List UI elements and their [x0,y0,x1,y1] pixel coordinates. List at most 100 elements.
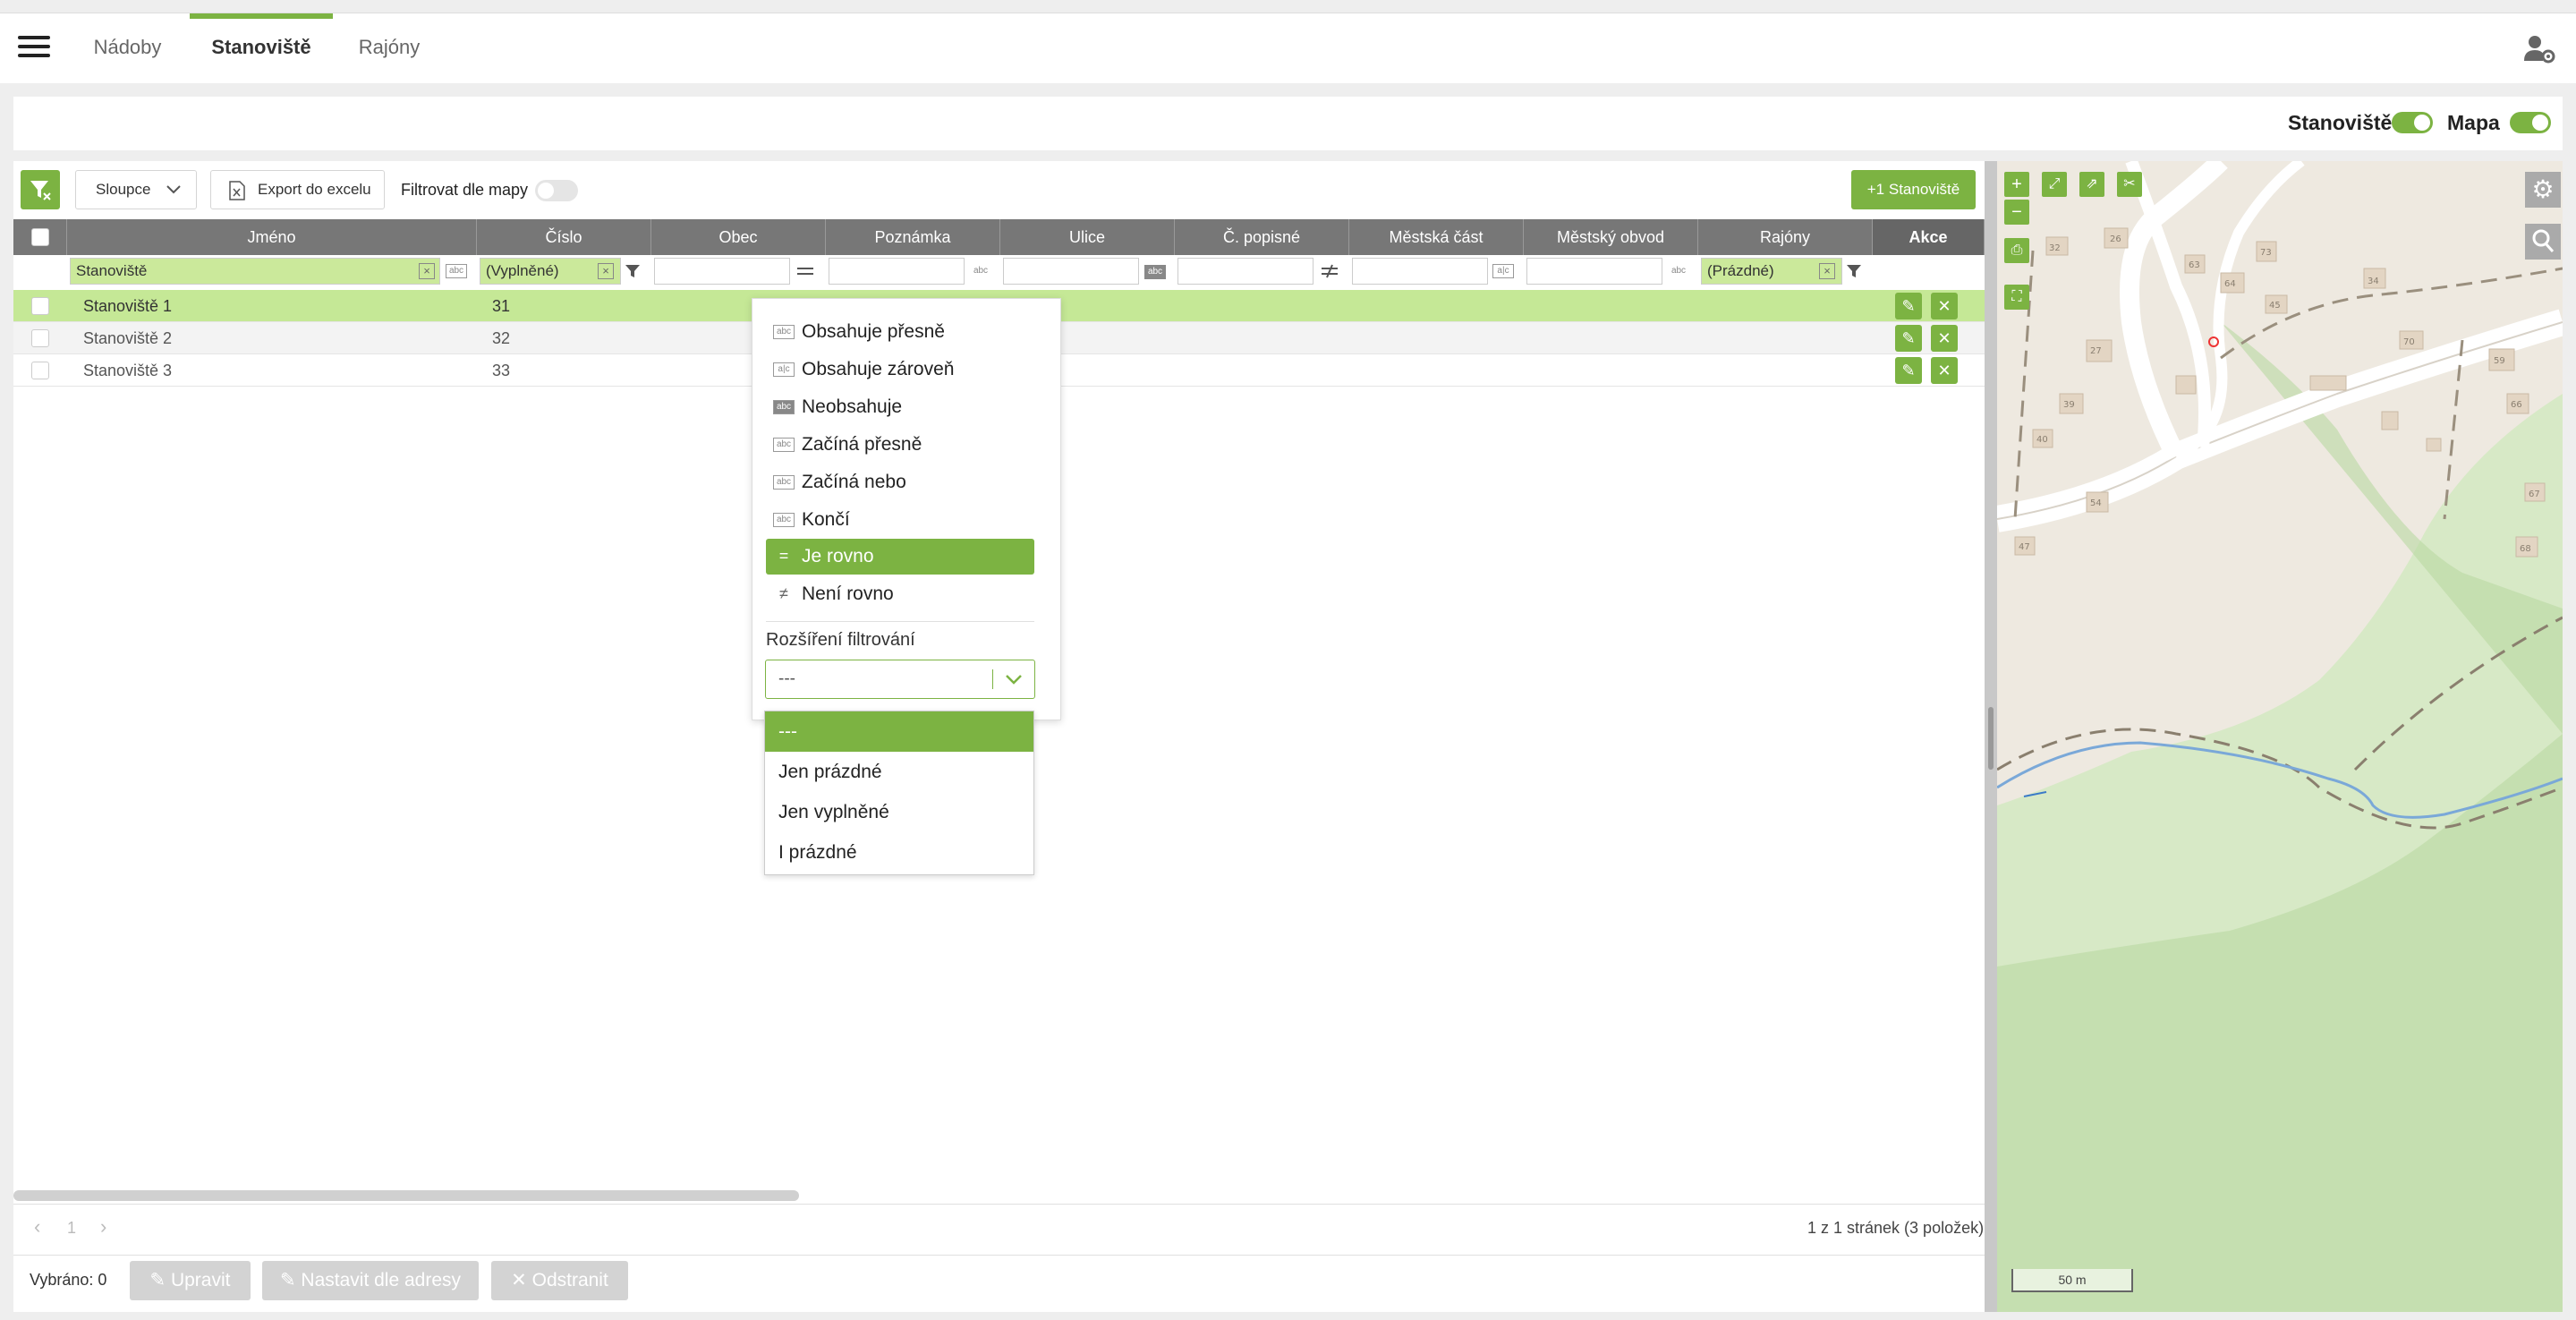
scissors-icon[interactable]: ✂ [2117,172,2142,197]
filter-mestsky-obvod-input[interactable] [1526,258,1662,285]
clear-filter-icon[interactable]: × [1819,263,1835,279]
edit-row-button[interactable]: ✎ [1895,293,1922,319]
delete-row-button[interactable]: ✕ [1931,357,1958,384]
columns-dropdown[interactable]: Sloupce [75,170,197,209]
menu-item-not-contains[interactable]: abc Neobsahuje [766,389,1034,425]
edit-row-button[interactable]: ✎ [1895,357,1922,384]
page-number[interactable]: 1 [67,1219,76,1238]
select-all-checkbox[interactable] [31,228,49,246]
row-name: Stanoviště 2 [83,329,173,347]
option-also-empty[interactable]: I prázdné [765,832,1033,873]
sites-toggle[interactable] [2392,112,2433,133]
edit-button[interactable]: ✎ Upravit [130,1261,251,1300]
house-number: 45 [2269,301,2281,311]
tab-rajony[interactable]: Rajóny [349,13,429,83]
filter-map-switch[interactable] [535,180,578,201]
filter-icon[interactable] [1845,262,1863,280]
next-page-icon[interactable]: › [100,1215,106,1239]
fit-extent-icon[interactable]: ⤢ [2042,172,2067,197]
header-obec[interactable]: Obec [651,219,826,255]
clear-filter-icon[interactable]: × [419,263,435,279]
edit-row-button[interactable]: ✎ [1895,325,1922,352]
row-checkbox[interactable] [31,297,49,315]
map-canvas: 32 26 63 73 64 45 27 39 40 54 47 59 66 6… [1997,161,2563,1312]
filter-extension-label: Rozšíření filtrování [766,630,915,650]
add-site-button[interactable]: +1 Stanoviště [1851,170,1976,209]
filter-mestska-cast-input[interactable] [1352,258,1488,285]
tab-stanoviste[interactable]: Stanoviště [190,13,333,83]
header-poznamka[interactable]: Poznámka [826,219,1000,255]
header-ulice[interactable]: Ulice [1000,219,1175,255]
map-toggle[interactable] [2510,112,2551,133]
option-only-filled[interactable]: Jen vyplněné [765,792,1033,832]
house-number: 68 [2520,544,2531,554]
clear-filter-icon[interactable]: × [598,263,614,279]
filter-extension-options: --- Jen prázdné Jen vyplněné I prázdné [764,711,1034,875]
header-mestsky-obvod[interactable]: Městský obvod [1524,219,1698,255]
not-contains-operator-icon[interactable]: abc [1144,265,1166,279]
print-icon[interactable]: ⎙ [2004,238,2029,263]
delete-row-button[interactable]: ✕ [1931,293,1958,319]
select-area-icon[interactable]: ⛶ [2004,285,2029,310]
header-rajony[interactable]: Rajóny [1698,219,1873,255]
filter-obec-input[interactable] [654,258,790,285]
header-cislo-popisne[interactable]: Č. popisné [1175,219,1349,255]
select-separator [992,669,993,689]
map-search-location-icon[interactable] [2525,224,2561,260]
row-number: 32 [492,329,511,347]
set-by-address-button[interactable]: ✎ Nastavit dle adresy [262,1261,479,1300]
ends-with-operator-icon[interactable]: abc [1668,265,1689,279]
delete-button[interactable]: ✕ Odstranit [491,1261,628,1300]
zoom-out-button[interactable]: − [2004,200,2029,225]
horizontal-scrollbar[interactable] [13,1190,799,1201]
delete-row-button[interactable]: ✕ [1931,325,1958,352]
map-toggle-label: Mapa [2447,111,2500,134]
equals-operator-icon[interactable] [795,265,815,277]
view-toggles-bar [13,97,2563,150]
option-only-empty[interactable]: Jen prázdné [765,752,1033,792]
contains-all-operator-icon[interactable]: a|c [1492,264,1514,278]
open-external-icon[interactable]: ⇗ [2079,172,2104,197]
option-none[interactable]: --- [765,711,1033,752]
menu-item-contains-exact[interactable]: abc Obsahuje přesně [766,314,1034,350]
filter-map-label: Filtrovat dle mapy [401,181,529,199]
tab-nadoby[interactable]: Nádoby [85,13,170,83]
menu-item-starts-exact[interactable]: abc Začíná přesně [766,427,1034,463]
filter-ulice-input[interactable] [1003,258,1139,285]
pager-summary: 1 z 1 stránek (3 položek) [1807,1219,1985,1237]
menu-item-equals[interactable]: = Je rovno [766,539,1034,575]
zoom-in-button[interactable]: + [2004,172,2029,197]
filter-icon[interactable] [624,262,642,280]
export-label: Export do excelu [258,181,371,198]
prev-page-icon[interactable]: ‹ [34,1215,40,1239]
delete-label: Odstranit [531,1270,608,1290]
filter-extension-select[interactable]: --- [765,660,1035,699]
menu-icon[interactable] [16,34,52,61]
map-view[interactable]: 32 26 63 73 64 45 27 39 40 54 47 59 66 6… [1997,161,2563,1312]
menu-item-label: Začíná nebo [802,472,906,492]
panel-splitter[interactable] [1985,161,1997,1312]
filter-poznamka-input[interactable] [829,258,965,285]
ends-with-operator-icon[interactable]: abc [970,265,991,279]
filter-name-input[interactable]: Stanoviště [70,258,440,285]
row-checkbox[interactable] [31,329,49,347]
filter-cislo-popisne-input[interactable] [1177,258,1314,285]
menu-item-contains-all[interactable]: a|c Obsahuje zároveň [766,352,1034,387]
header-jmeno[interactable]: Jméno [67,219,477,255]
row-checkbox[interactable] [31,362,49,379]
menu-item-not-equals[interactable]: ≠ Není rovno [766,576,1034,612]
filter-toggle-button[interactable] [21,170,60,209]
row-name: Stanoviště 1 [83,297,173,315]
pencil-icon: ✎ [149,1270,171,1290]
map-settings-icon[interactable]: ⚙ [2525,172,2561,208]
header-cislo[interactable]: Číslo [477,219,651,255]
menu-item-starts-or[interactable]: abc Začíná nebo [766,464,1034,500]
set-address-label: Nastavit dle adresy [301,1270,462,1290]
not-equals-operator-icon[interactable] [1320,264,1339,278]
header-mestska-cast[interactable]: Městská část [1349,219,1524,255]
user-settings-icon[interactable] [2523,34,2555,64]
contains-operator-icon[interactable]: abc [446,264,467,278]
menu-item-ends[interactable]: abc Končí [766,502,1034,538]
not-contains-icon: abc [773,400,795,414]
export-excel-button[interactable]: Export do excelu [210,170,385,209]
